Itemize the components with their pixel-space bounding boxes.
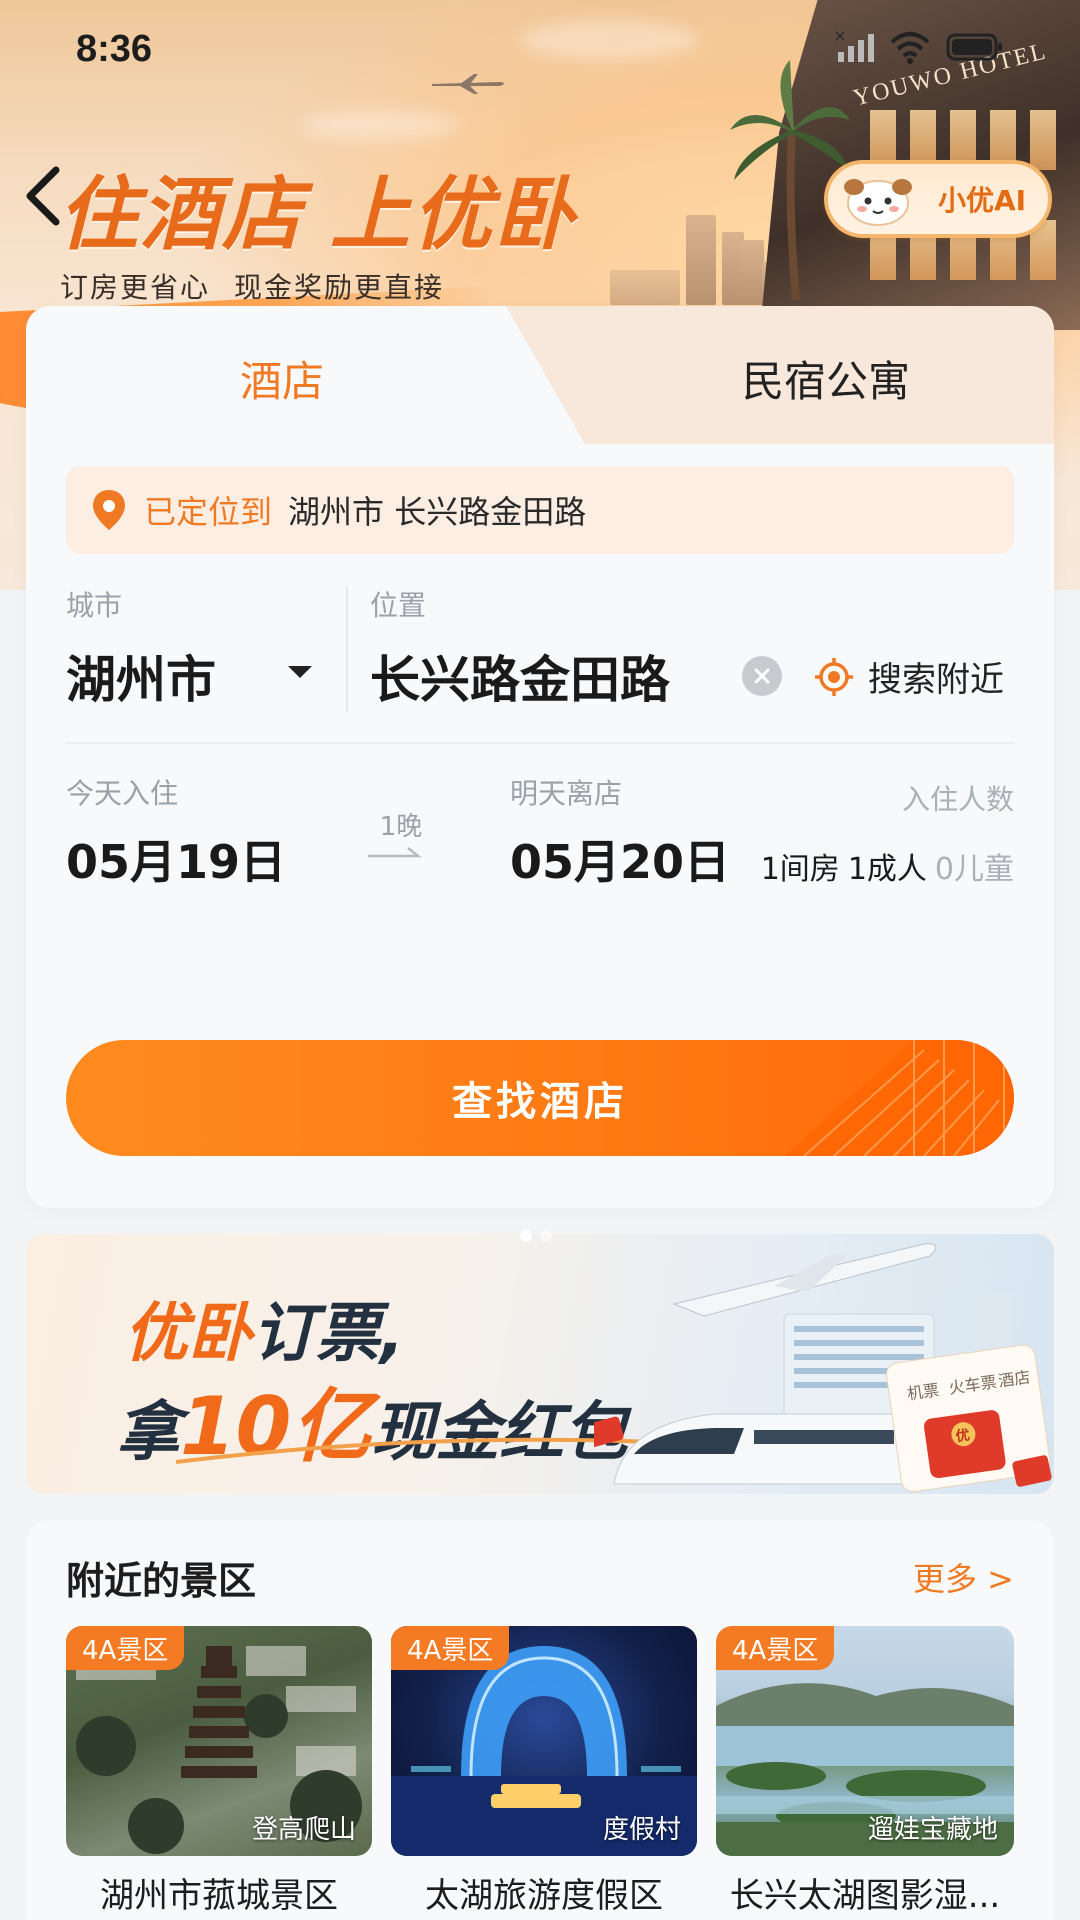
divider bbox=[66, 742, 1014, 744]
attraction-tag: 登高爬山 bbox=[251, 1815, 356, 1845]
attraction-badge: 4A景区 bbox=[391, 1626, 510, 1670]
location-banner[interactable]: 已定位到 湖州市 长兴路金田路 bbox=[66, 466, 1014, 554]
location-pin-icon bbox=[93, 490, 125, 530]
booking-card: 酒店 民宿公寓 已定位到 湖州市 长兴路金田路 城市 湖州市 位置 长兴路金田路… bbox=[26, 306, 1054, 1208]
checkin-label: 今天入住 bbox=[66, 777, 179, 810]
wifi-icon bbox=[890, 32, 930, 64]
cloud bbox=[520, 20, 700, 60]
hero-subslogan: 订房更省心 现金奖励更直接 bbox=[60, 266, 468, 306]
nearby-attractions-section: 附近的景区 更多 > 4A景区 登高爬山 湖州市菰城景区 4A景区 度假村 太湖… bbox=[26, 1520, 1054, 1920]
rooms-count: 1间房 bbox=[760, 852, 840, 887]
promo-banner[interactable]: 优卧订票, 拿10亿现金红包 机票 火车票 酒店 优 bbox=[26, 1234, 1054, 1494]
guests-label: 入住人数 bbox=[901, 783, 1014, 816]
more-link[interactable]: 更多 > bbox=[913, 1554, 1014, 1600]
attraction-badge: 4A景区 bbox=[66, 1626, 185, 1670]
promo-brand: 优卧 bbox=[124, 1297, 252, 1371]
checkout-date[interactable]: 05月20日 bbox=[510, 826, 730, 892]
search-hotel-button[interactable]: 查找酒店 bbox=[66, 1040, 1014, 1156]
promo-ticket: 订票, bbox=[252, 1297, 405, 1371]
tab-hotel-label[interactable]: 酒店 bbox=[26, 348, 538, 409]
stamp-char: 优 bbox=[955, 1426, 971, 1445]
location-address: 湖州市 长兴路金田路 bbox=[288, 493, 587, 531]
carousel-dot-active[interactable] bbox=[520, 1230, 532, 1242]
adults-count: 1成人 bbox=[847, 852, 927, 887]
subslogan-part1: 订房更省心 bbox=[60, 271, 211, 304]
attraction-name[interactable]: 太湖旅游度假区 bbox=[391, 1868, 697, 1917]
checkout-label: 明天离店 bbox=[510, 777, 623, 810]
attraction-tag: 遛娃宝藏地 bbox=[867, 1815, 998, 1845]
attraction-card[interactable]: 4A景区 度假村 bbox=[391, 1626, 697, 1856]
search-nearby-label: 搜索附近 bbox=[868, 660, 1004, 700]
status-icons bbox=[834, 30, 1004, 64]
carousel-dot[interactable] bbox=[540, 1230, 552, 1242]
mascot-icon bbox=[844, 179, 912, 226]
arrow-right-icon bbox=[368, 847, 422, 858]
airplane-icon bbox=[432, 74, 504, 94]
search-hotel-label: 查找酒店 bbox=[452, 1079, 628, 1125]
search-nearby-button[interactable]: 搜索附近 bbox=[814, 652, 1004, 701]
attraction-tag: 度假村 bbox=[602, 1815, 681, 1845]
signal-icon bbox=[835, 31, 874, 62]
attraction-badge: 4A景区 bbox=[716, 1626, 835, 1670]
attraction-card[interactable]: 4A景区 遛娃宝藏地 bbox=[716, 1626, 1014, 1856]
subslogan-part2: 现金奖励更直接 bbox=[234, 271, 445, 304]
building bbox=[686, 215, 716, 305]
guests-selector[interactable]: 1间房 1成人 0儿童 bbox=[761, 844, 1014, 888]
children-count: 0儿童 bbox=[934, 852, 1014, 887]
ai-assistant-button[interactable]: 小优AI bbox=[824, 160, 1052, 238]
close-icon bbox=[754, 668, 770, 684]
status-time: 8:36 bbox=[76, 28, 153, 70]
cloud bbox=[300, 110, 460, 140]
section-title: 附近的景区 bbox=[66, 1559, 257, 1603]
position-label: 位置 bbox=[370, 589, 427, 622]
location-prefix: 已定位到 bbox=[144, 493, 273, 531]
hero-slogan: 住酒店 上优卧 bbox=[58, 150, 602, 266]
tab-homestay-label[interactable]: 民宿公寓 bbox=[606, 348, 1046, 409]
checkin-date[interactable]: 05月19日 bbox=[66, 826, 286, 892]
city-select[interactable]: 湖州市 bbox=[66, 640, 216, 712]
crosshair-icon bbox=[815, 657, 853, 696]
promo-get: 拿 bbox=[116, 1396, 180, 1470]
attraction-card[interactable]: 4A景区 登高爬山 bbox=[66, 1626, 372, 1856]
battery-icon bbox=[946, 33, 1002, 61]
promo-travel-illustration: 机票 火车票 酒店 优 bbox=[594, 1243, 1052, 1493]
slogan-part1: 住酒店 bbox=[58, 168, 304, 261]
divider bbox=[346, 586, 348, 712]
chevron-down-icon[interactable] bbox=[288, 666, 312, 678]
position-input[interactable]: 长兴路金田路 bbox=[370, 640, 670, 712]
building bbox=[610, 270, 680, 305]
ai-button-label: 小优AI bbox=[938, 184, 1027, 217]
slogan-part2: 上优卧 bbox=[330, 168, 576, 261]
nights-count: 1晚 bbox=[379, 812, 423, 842]
building-grid-decoration bbox=[784, 1040, 1014, 1156]
attraction-name[interactable]: 湖州市菰城景区 bbox=[66, 1868, 372, 1917]
attraction-name[interactable]: 长兴太湖图影湿... bbox=[716, 1868, 1014, 1917]
city-label: 城市 bbox=[66, 589, 123, 622]
clear-button[interactable] bbox=[742, 656, 782, 696]
promo-line1: 优卧订票, bbox=[124, 1282, 404, 1374]
